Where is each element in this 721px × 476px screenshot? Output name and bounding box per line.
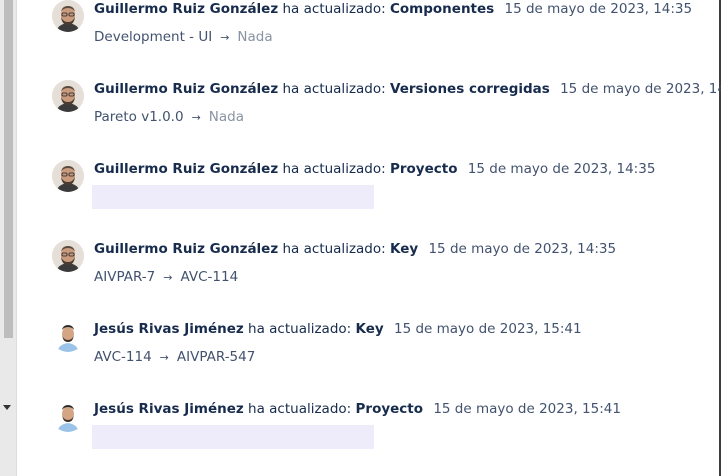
changed-field: Key (355, 321, 384, 337)
author-name[interactable]: Guillermo Ruiz González (94, 241, 278, 257)
change-detail: Development - UI → Nada (94, 28, 273, 47)
action-verb: ha actualizado: (248, 401, 352, 417)
old-value: Development - UI (94, 29, 213, 45)
new-value: Nada (208, 109, 244, 125)
author-name[interactable]: Jesús Rivas Jiménez (94, 401, 244, 417)
user-avatar[interactable] (52, 160, 84, 192)
arrow-right-icon: → (191, 111, 201, 124)
new-value: AIVPAR-547 (176, 349, 256, 365)
user-avatar[interactable] (52, 240, 84, 272)
author-name[interactable]: Guillermo Ruiz González (94, 81, 278, 97)
timestamp[interactable]: 15 de mayo de 2023, 14:35 (560, 81, 721, 97)
guillermo-avatar-icon (52, 160, 84, 192)
changed-field: Proyecto (355, 401, 424, 417)
jesus-avatar-icon (52, 320, 84, 352)
changed-field: Componentes (389, 1, 495, 17)
new-value: Nada (237, 29, 273, 45)
guillermo-avatar-icon (52, 0, 84, 32)
old-value: AVC-114 (94, 349, 152, 365)
entry-header: Guillermo Ruiz González ha actualizado: … (94, 160, 655, 178)
entry-header: Jesús Rivas Jiménez ha actualizado: Key … (94, 320, 582, 338)
value-placeholder (92, 185, 374, 209)
timestamp[interactable]: 15 de mayo de 2023, 15:41 (433, 401, 621, 417)
changed-field: Key (389, 241, 419, 257)
guillermo-avatar-icon (52, 80, 84, 112)
timestamp[interactable]: 15 de mayo de 2023, 14:35 (505, 1, 693, 17)
scroll-down-arrow-icon[interactable] (3, 405, 11, 410)
action-verb: ha actualizado: (282, 161, 386, 177)
action-verb: ha actualizado: (282, 1, 386, 17)
activity-history-panel: Guillermo Ruiz González ha actualizado: … (0, 0, 721, 476)
changed-field: Versiones corregidas (389, 81, 550, 97)
timestamp[interactable]: 15 de mayo de 2023, 14:35 (468, 161, 656, 177)
author-name[interactable]: Guillermo Ruiz González (94, 161, 278, 177)
author-name[interactable]: Guillermo Ruiz González (94, 1, 278, 17)
change-detail: Pareto v1.0.0 → Nada (94, 108, 244, 127)
scrollbar-thumb[interactable] (4, 0, 13, 338)
entry-header: Guillermo Ruiz González ha actualizado: … (94, 0, 692, 18)
entry-header: Guillermo Ruiz González ha actualizado: … (94, 240, 616, 258)
change-detail: AIVPAR-7 → AVC-114 (94, 268, 238, 287)
changed-field: Proyecto (389, 161, 458, 177)
scrollbar[interactable] (0, 0, 17, 476)
arrow-right-icon: → (220, 31, 230, 44)
action-verb: ha actualizado: (282, 81, 386, 97)
old-value: AIVPAR-7 (94, 269, 156, 285)
value-placeholder (92, 425, 374, 449)
change-detail: AVC-114 → AIVPAR-547 (94, 348, 255, 367)
user-avatar[interactable] (52, 0, 84, 32)
user-avatar[interactable] (52, 80, 84, 112)
timestamp[interactable]: 15 de mayo de 2023, 14:35 (428, 241, 616, 257)
user-avatar[interactable] (52, 320, 84, 352)
entry-header: Jesús Rivas Jiménez ha actualizado: Proy… (94, 400, 621, 418)
jesus-avatar-icon (52, 400, 84, 432)
user-avatar[interactable] (52, 400, 84, 432)
guillermo-avatar-icon (52, 240, 84, 272)
arrow-right-icon: → (159, 351, 169, 364)
action-verb: ha actualizado: (282, 241, 386, 257)
entry-header: Guillermo Ruiz González ha actualizado: … (94, 80, 721, 98)
author-name[interactable]: Jesús Rivas Jiménez (94, 321, 244, 337)
old-value: Pareto v1.0.0 (94, 109, 184, 125)
arrow-right-icon: → (163, 271, 173, 284)
timestamp[interactable]: 15 de mayo de 2023, 15:41 (394, 321, 582, 337)
new-value: AVC-114 (180, 269, 239, 285)
action-verb: ha actualizado: (248, 321, 352, 337)
